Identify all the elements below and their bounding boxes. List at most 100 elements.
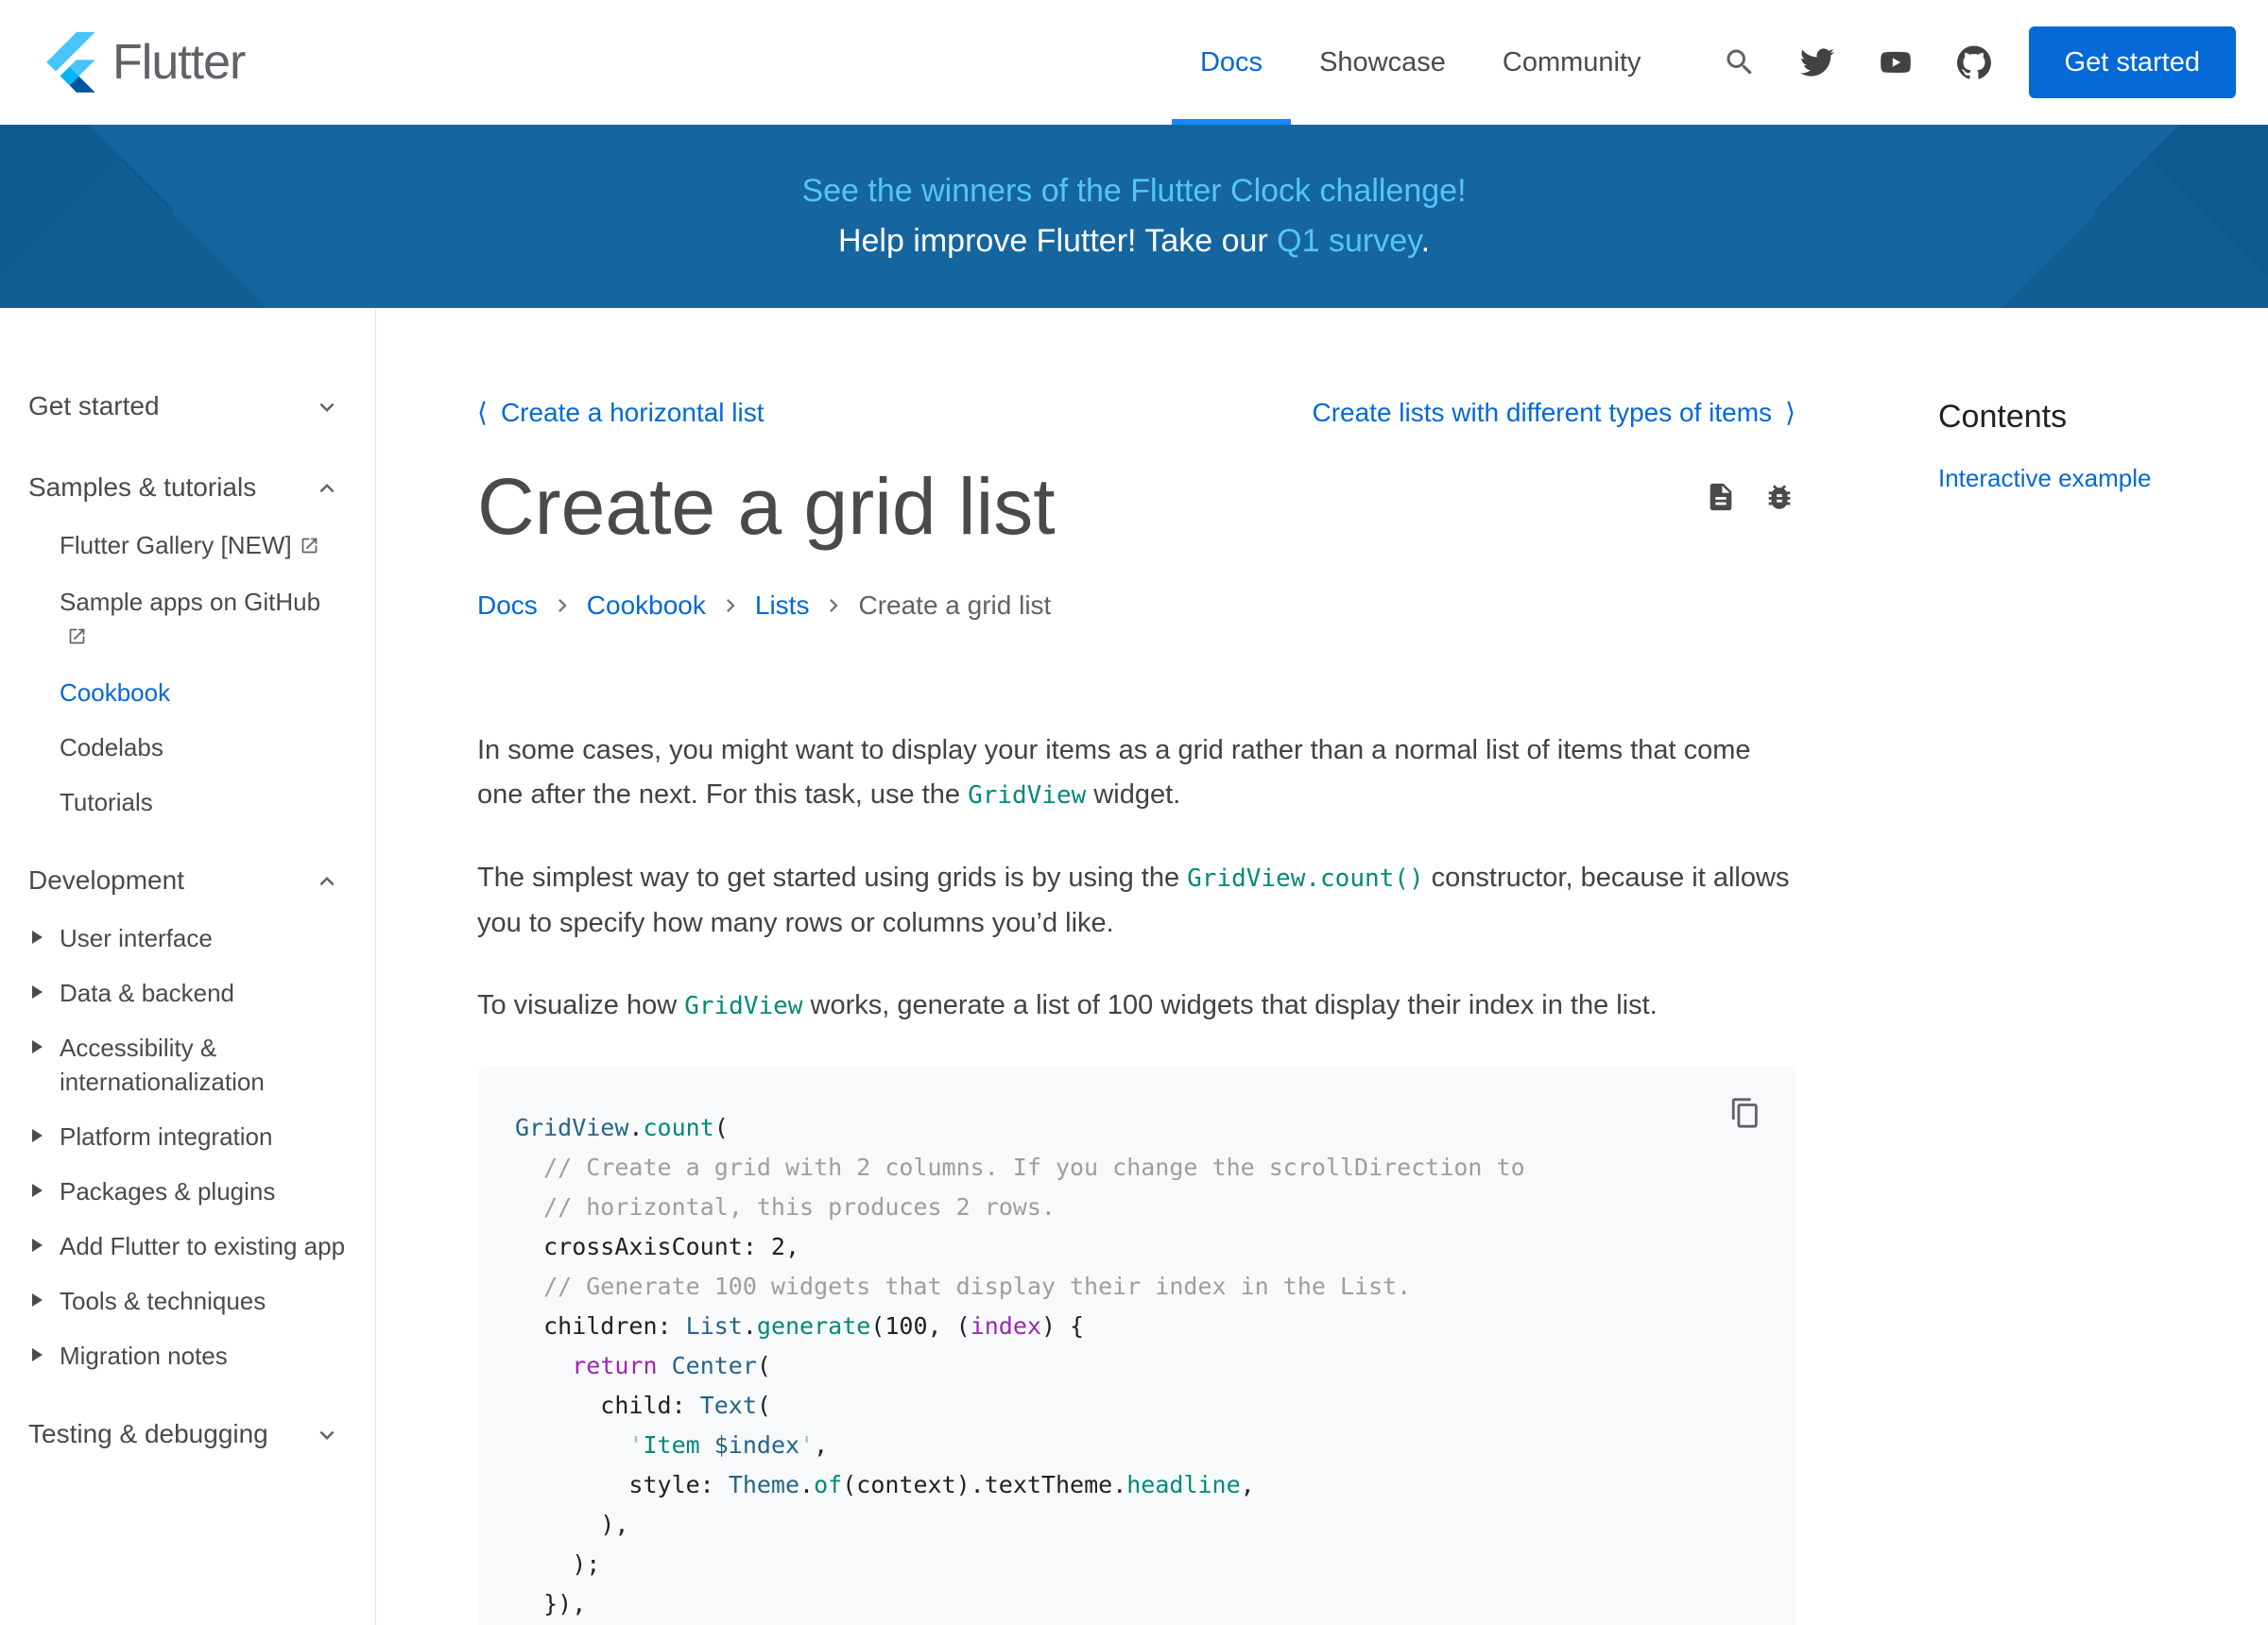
next-page-link[interactable]: Create lists with different types of ite… xyxy=(1312,397,1796,428)
breadcrumb: Docs Cookbook Lists Create a grid list xyxy=(477,590,1796,621)
sidebar-section-get-started[interactable]: Get started xyxy=(0,376,375,436)
prev-page-link[interactable]: ⟨ Create a horizontal list xyxy=(477,397,765,428)
get-started-button[interactable]: Get started xyxy=(2029,26,2236,98)
paragraph-text: widget. xyxy=(1086,779,1180,810)
code-token: ' xyxy=(799,1431,814,1459)
title-row: Create a grid list xyxy=(477,462,1796,551)
code-token: . xyxy=(799,1471,814,1498)
page: Flutter DocsShowcaseCommunity Get starte… xyxy=(0,0,2268,1625)
code-line: ); xyxy=(515,1545,1758,1584)
code-token: // Generate 100 widgets that display the… xyxy=(515,1273,1411,1300)
breadcrumb-create-a-grid-list: Create a grid list xyxy=(858,590,1051,621)
code-token: // horizontal, this produces 2 rows. xyxy=(515,1193,1056,1221)
sidebar-item-cookbook[interactable]: Cookbook xyxy=(0,665,375,720)
sidebar-item-user-interface[interactable]: User interface xyxy=(0,911,375,966)
breadcrumb-docs[interactable]: Docs xyxy=(477,590,538,621)
sidebar-item-tools-techniques[interactable]: Tools & techniques xyxy=(0,1274,375,1328)
flutter-logo-icon xyxy=(46,32,95,93)
sidebar-item-add-flutter-to-existing-app[interactable]: Add Flutter to existing app xyxy=(0,1219,375,1274)
youtube-icon[interactable] xyxy=(1878,44,1914,80)
sidebar-section: Testing & debugging xyxy=(0,1404,375,1464)
code-token: Item xyxy=(643,1431,713,1459)
sidebar-item-label: Accessibility & internationalization xyxy=(60,1031,347,1099)
sidebar-item-packages-plugins[interactable]: Packages & plugins xyxy=(0,1164,375,1219)
chevron-right-icon xyxy=(549,592,576,619)
sidebar-item-flutter-gallery-new[interactable]: Flutter Gallery [NEW] xyxy=(0,518,375,574)
sidebar-section: DevelopmentUser interface Data & backend A… xyxy=(0,850,375,1383)
sidebar-item-label: Tutorials xyxy=(60,788,153,816)
nav-item-showcase[interactable]: Showcase xyxy=(1291,0,1474,125)
toc-link-interactive-example[interactable]: Interactive example xyxy=(1938,464,2151,493)
breadcrumb-lists[interactable]: Lists xyxy=(755,590,810,621)
document-icon[interactable] xyxy=(1705,481,1737,513)
sidebar-item-accessibility-internationalization[interactable]: Accessibility & internationalization xyxy=(0,1020,375,1109)
sidebar-section-development[interactable]: Development xyxy=(0,850,375,911)
sidebar-item-label: Tools & techniques xyxy=(60,1284,266,1318)
chevron-right-icon xyxy=(717,592,744,619)
sidebar-item-label: Data & backend xyxy=(60,976,234,1010)
twitter-icon[interactable] xyxy=(1800,45,1834,79)
code-line: 'Item $index', xyxy=(515,1426,1758,1465)
sidebar-item-label: Add Flutter to existing app xyxy=(60,1229,345,1263)
code-token: List xyxy=(686,1312,743,1340)
code-token: crossAxisCount: 2, xyxy=(515,1233,799,1260)
copy-button[interactable] xyxy=(1729,1097,1761,1129)
code-content: GridView.count( // Create a grid with 2 … xyxy=(515,1108,1758,1625)
paragraph: In some cases, you might want to display… xyxy=(477,728,1796,818)
code-token: ( xyxy=(714,1114,729,1141)
code-token: ' xyxy=(628,1431,643,1459)
sidebar-section-testing-debugging[interactable]: Testing & debugging xyxy=(0,1404,375,1464)
sidebar-item-migration-notes[interactable]: Migration notes xyxy=(0,1328,375,1383)
external-link-icon xyxy=(300,530,319,564)
sidebar-item-label: Sample apps on GitHub xyxy=(60,588,320,616)
code-line: children: List.generate(100, (index) { xyxy=(515,1307,1758,1346)
chevron-left-icon: ⟨ xyxy=(477,397,488,428)
code-token: of xyxy=(814,1471,842,1498)
next-page-label: Create lists with different types of ite… xyxy=(1312,398,1772,428)
code-token: , xyxy=(814,1431,828,1459)
code-line: GridView.count( xyxy=(515,1108,1758,1148)
flutter-home-link[interactable]: Flutter xyxy=(46,32,245,93)
inline-code: GridView xyxy=(968,781,1086,810)
chevron-down-icon xyxy=(313,393,341,421)
paragraph: The simplest way to get started using gr… xyxy=(477,856,1796,946)
code-line: // Create a grid with 2 columns. If you … xyxy=(515,1148,1758,1188)
code-token: Text xyxy=(700,1392,757,1419)
bug-icon[interactable] xyxy=(1763,481,1796,513)
breadcrumb-cookbook[interactable]: Cookbook xyxy=(587,590,706,621)
code-token: (context).textTheme. xyxy=(842,1471,1126,1498)
paragraph-text: The simplest way to get started using gr… xyxy=(477,863,1187,893)
article-body: In some cases, you might want to display… xyxy=(477,728,1796,1029)
sidebar-section: Samples & tutorials Flutter Gallery [NEW]… xyxy=(0,457,375,830)
sidebar-section: Get started xyxy=(0,376,375,436)
sidebar-section-samples-tutorials[interactable]: Samples & tutorials xyxy=(0,457,375,518)
clock-challenge-link[interactable]: See the winners of the Flutter Clock cha… xyxy=(801,173,1466,210)
triangle-right-icon xyxy=(32,1129,43,1142)
sidebar-item-sample-apps-on-github[interactable]: Sample apps on GitHub xyxy=(0,574,375,665)
code-token: child: xyxy=(515,1392,700,1419)
code-token: , xyxy=(1241,1471,1255,1498)
header-nav: DocsShowcaseCommunity xyxy=(1172,0,1670,125)
sidebar-item-data-backend[interactable]: Data & backend xyxy=(0,966,375,1020)
body: Get started Samples & tutorials Flutter Ga… xyxy=(0,308,2268,1625)
github-icon[interactable] xyxy=(1957,45,1991,79)
search-icon[interactable] xyxy=(1723,45,1757,79)
survey-line-period: . xyxy=(1421,223,1430,259)
sidebar-item-platform-integration[interactable]: Platform integration xyxy=(0,1109,375,1164)
sidebar-item-label: Flutter Gallery [NEW] xyxy=(60,531,292,559)
sidebar-item-codelabs[interactable]: Codelabs xyxy=(0,720,375,775)
nav-item-docs[interactable]: Docs xyxy=(1172,0,1291,125)
code-token: Center xyxy=(672,1352,757,1379)
inline-code: GridView xyxy=(684,992,802,1020)
contents-panel: Contents Interactive example xyxy=(1938,308,2151,1625)
sidebar-item-label: Codelabs xyxy=(60,733,163,761)
sidebar-section-label: Testing & debugging xyxy=(28,1419,268,1449)
sidebar-item-label: Platform integration xyxy=(60,1120,272,1154)
q1-survey-link[interactable]: Q1 survey xyxy=(1277,223,1420,259)
triangle-right-icon xyxy=(32,1184,43,1197)
nav-item-community[interactable]: Community xyxy=(1474,0,1670,125)
triangle-right-icon xyxy=(32,1348,43,1361)
inline-code: GridView.count() xyxy=(1187,864,1423,893)
code-token: index xyxy=(971,1312,1041,1340)
sidebar-item-tutorials[interactable]: Tutorials xyxy=(0,775,375,830)
